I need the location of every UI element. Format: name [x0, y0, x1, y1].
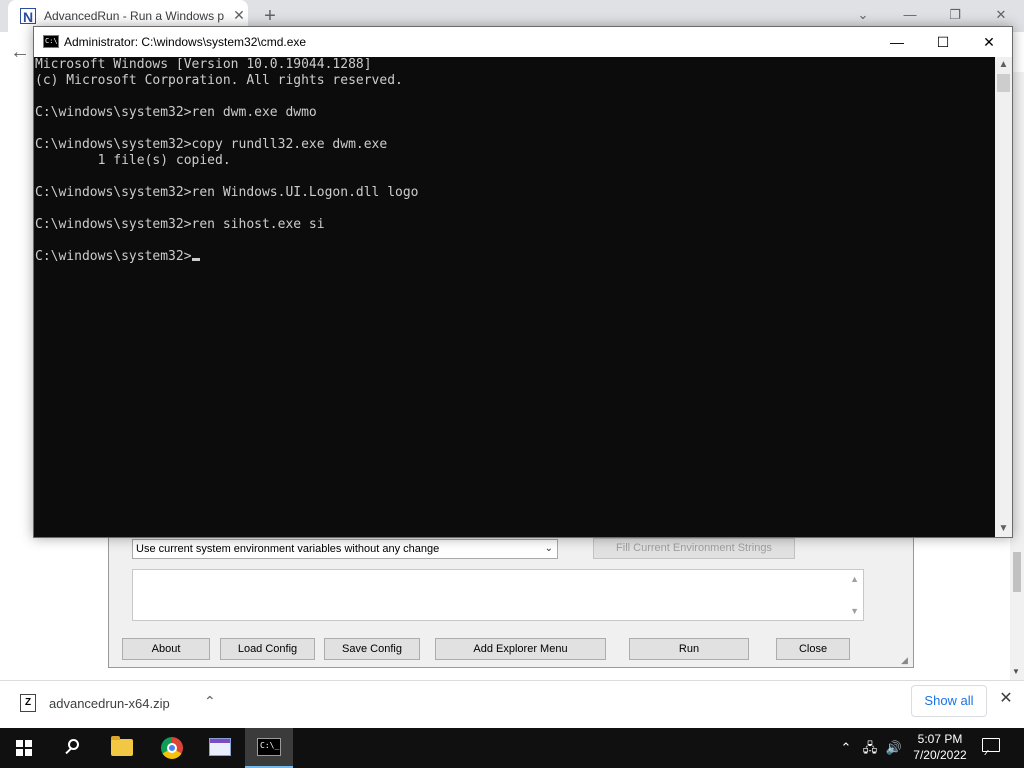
cmd-minimize-button[interactable]: —	[874, 27, 920, 57]
download-file-name: advancedrun-x64.zip	[49, 696, 170, 711]
search-icon	[68, 739, 79, 750]
run-button[interactable]: Run	[629, 638, 749, 660]
cmd-icon: C:\_	[257, 738, 281, 756]
tab-title: AdvancedRun - Run a Windows p	[44, 9, 224, 23]
text-cursor	[191, 258, 200, 261]
taskbar: C:\_ ⌃ 🖧 🔊 5:07 PM 7/20/2022	[0, 728, 1024, 768]
cmd-console[interactable]: Microsoft Windows [Version 10.0.19044.12…	[34, 57, 995, 537]
cmd-scrollbar[interactable]: ▲ ▼	[995, 57, 1012, 537]
console-line: C:\windows\system32>ren dwm.exe dwmo	[35, 105, 317, 120]
chrome-icon	[161, 737, 183, 759]
cmd-app-icon: C:\	[43, 35, 59, 48]
search-button[interactable]	[48, 728, 96, 768]
console-line: (c) Microsoft Corporation. All rights re…	[35, 73, 403, 88]
console-line: C:\windows\system32>ren sihost.exe si	[35, 217, 325, 232]
close-download-shelf-icon[interactable]: ✕	[996, 689, 1016, 709]
chevron-down-icon[interactable]: ⌄	[545, 540, 553, 558]
network-icon[interactable]: 🖧	[860, 738, 880, 758]
windows-logo-icon	[16, 740, 32, 756]
about-button[interactable]: About	[122, 638, 210, 660]
cmd-window: C:\ Administrator: C:\windows\system32\c…	[33, 26, 1013, 538]
download-item[interactable]: Z advancedrun-x64.zip ⌃	[10, 683, 232, 725]
browser-minimize-button[interactable]: —	[895, 4, 925, 26]
browser-close-button[interactable]: ✕	[986, 4, 1016, 26]
start-button[interactable]	[0, 728, 48, 768]
tab-search-icon[interactable]: ⌄	[848, 4, 878, 26]
cmd-maximize-button[interactable]: ☐	[920, 27, 966, 57]
fill-environment-strings-button[interactable]: Fill Current Environment Strings	[593, 538, 795, 559]
download-shelf: Z advancedrun-x64.zip ⌃ Show all ✕	[0, 680, 1024, 728]
tray-chevron-up-icon[interactable]: ⌃	[838, 738, 854, 758]
scroll-up-arrow-icon[interactable]: ▲	[995, 57, 1012, 73]
app-window-icon	[209, 738, 231, 756]
volume-icon[interactable]: 🔊	[884, 738, 904, 758]
load-config-button[interactable]: Load Config	[220, 638, 315, 660]
scroll-up-icon[interactable]: ▲	[850, 574, 859, 584]
cmd-taskbar-button[interactable]: C:\_	[245, 728, 293, 768]
advancedrun-taskbar-button[interactable]	[196, 728, 244, 768]
new-tab-button[interactable]: +	[258, 4, 282, 28]
console-line: C:\windows\system32>ren Windows.UI.Logon…	[35, 185, 419, 200]
scroll-down-icon[interactable]: ▼	[850, 606, 859, 616]
add-explorer-menu-button[interactable]: Add Explorer Menu	[435, 638, 606, 660]
resize-grip-icon[interactable]: ◢	[901, 655, 911, 665]
cmd-window-title: Administrator: C:\windows\system32\cmd.e…	[64, 35, 307, 49]
page-scroll-down-icon[interactable]: ▼	[1012, 667, 1020, 676]
console-line: Microsoft Windows [Version 10.0.19044.12…	[35, 57, 372, 72]
page-scroll-thumb[interactable]	[1013, 552, 1021, 592]
chevron-up-icon[interactable]: ⌃	[204, 693, 216, 710]
environment-select-value: Use current system environment variables…	[136, 543, 440, 555]
chrome-button[interactable]	[148, 728, 196, 768]
cmd-close-button[interactable]: ✕	[966, 27, 1012, 57]
close-button[interactable]: Close	[776, 638, 850, 660]
console-prompt-line: C:\windows\system32>	[35, 249, 200, 265]
back-arrow-icon[interactable]: ←	[10, 40, 34, 64]
environment-strings-textarea[interactable]: ▲ ▼	[132, 569, 864, 621]
file-explorer-button[interactable]	[98, 728, 146, 768]
nirsoft-favicon-icon: N	[20, 8, 36, 25]
cmd-scroll-thumb[interactable]	[997, 74, 1010, 92]
notification-icon[interactable]	[982, 738, 1000, 752]
clock[interactable]: 5:07 PM 7/20/2022	[906, 731, 974, 763]
cmd-titlebar[interactable]: C:\ Administrator: C:\windows\system32\c…	[34, 27, 1012, 57]
console-prompt: C:\windows\system32>	[35, 249, 192, 264]
save-config-button[interactable]: Save Config	[324, 638, 420, 660]
console-line: C:\windows\system32>copy rundll32.exe dw…	[35, 137, 388, 152]
clock-time: 5:07 PM	[917, 732, 963, 746]
console-line: 1 file(s) copied.	[35, 153, 231, 168]
tab-close-icon[interactable]: ✕	[230, 6, 248, 24]
clock-date: 7/20/2022	[913, 748, 967, 762]
zip-file-icon: Z	[20, 694, 36, 712]
show-all-button[interactable]: Show all	[911, 685, 987, 717]
folder-icon	[111, 736, 133, 756]
environment-variables-select[interactable]: Use current system environment variables…	[132, 539, 558, 559]
browser-restore-button[interactable]: ❐	[940, 4, 970, 26]
advancedrun-dialog: Use current system environment variables…	[108, 530, 914, 668]
scroll-down-arrow-icon[interactable]: ▼	[995, 521, 1012, 537]
